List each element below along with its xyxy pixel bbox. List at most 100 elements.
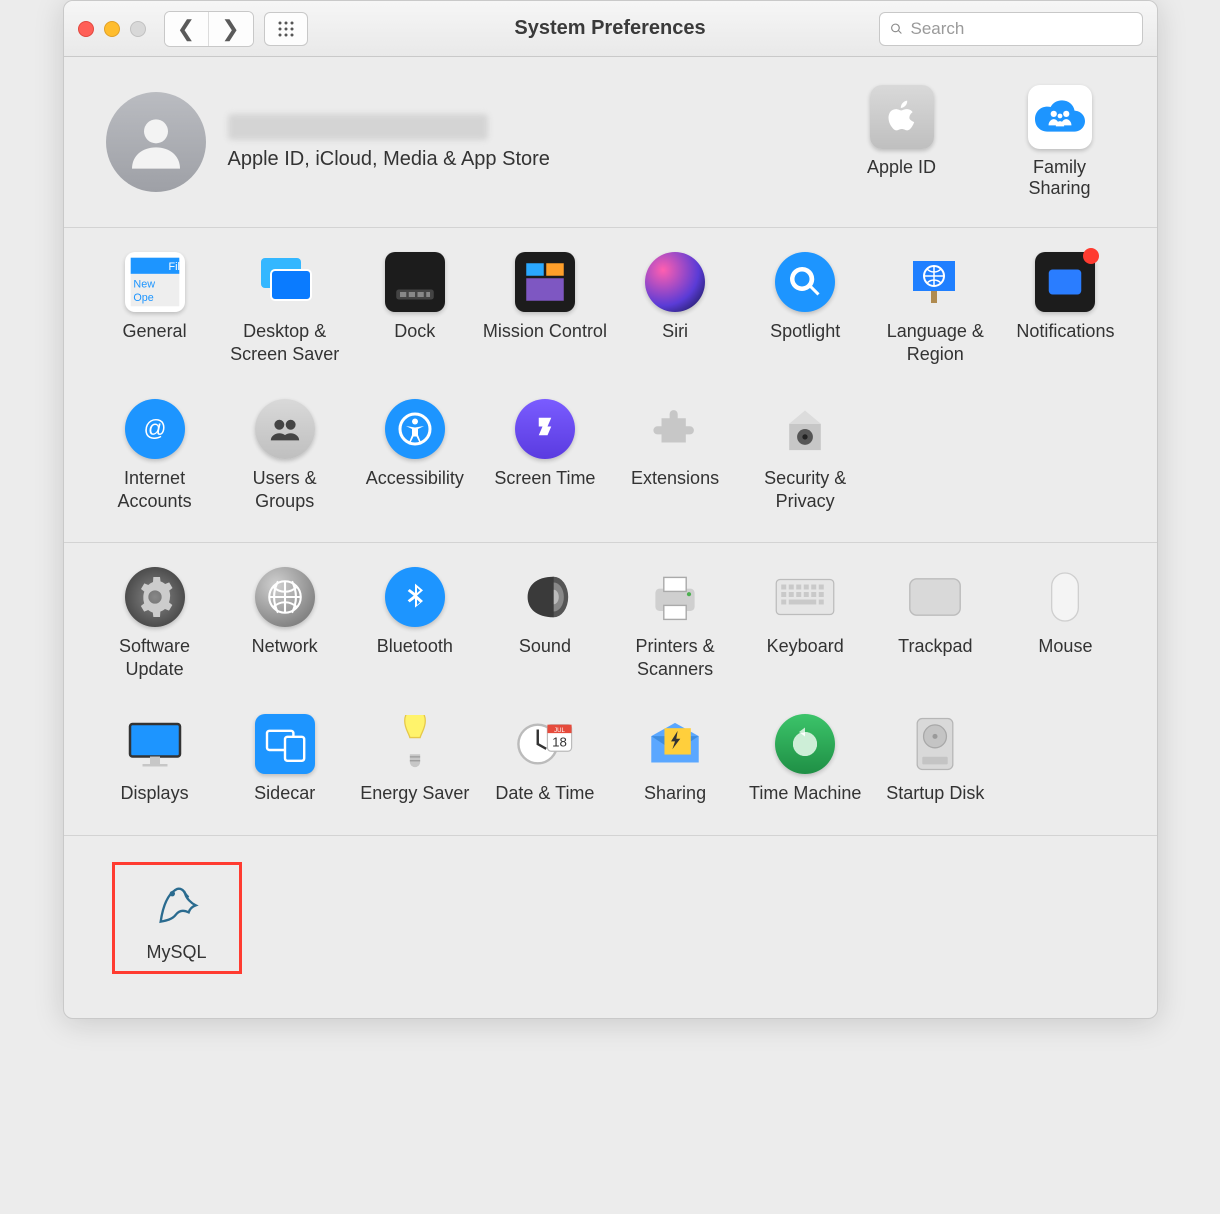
mouse-pane[interactable]: Mouse [1002,567,1128,680]
language-pane[interactable]: Language & Region [872,252,998,365]
startup-disk-pane[interactable]: Startup Disk [872,714,998,805]
family-sharing-label: Family Sharing [1028,157,1090,198]
displays-pane[interactable]: Displays [92,714,218,805]
date-time-icon: JUL18 [515,714,575,774]
keyboard-pane[interactable]: Keyboard [742,567,868,680]
apple-id-pane[interactable]: Apple ID [847,85,957,199]
mysql-pane[interactable]: MySQL [117,873,237,964]
users-groups-label: Users & Groups [222,467,348,512]
extensions-pane[interactable]: Extensions [612,399,738,512]
displays-label: Displays [92,782,218,805]
apple-id-icon [870,85,934,149]
svg-text:@: @ [143,415,166,441]
dock-pane[interactable]: Dock [352,252,478,365]
time-machine-pane[interactable]: Time Machine [742,714,868,805]
internet-accounts-icon: @ [125,399,185,459]
minimize-window-button[interactable] [104,21,120,37]
show-all-button[interactable] [264,12,308,46]
startup-disk-icon [905,714,965,774]
section-thirdparty: MySQL [64,836,1157,1019]
section-hardware: Software Update Network Bluetooth Sound … [64,543,1157,836]
desktop-icon [255,252,315,312]
extensions-label: Extensions [612,467,738,490]
general-pane[interactable]: FileNewOpe General [92,252,218,365]
printers-icon [645,567,705,627]
grid-icon [277,20,295,38]
spotlight-label: Spotlight [742,320,868,343]
dock-label: Dock [352,320,478,343]
mouse-label: Mouse [1002,635,1128,658]
user-info: Apple ID, iCloud, Media & App Store [228,114,550,171]
mission-control-label: Mission Control [482,320,608,343]
user-avatar[interactable] [106,92,206,192]
svg-text:File: File [168,261,182,273]
security-pane[interactable]: Security & Privacy [742,399,868,512]
zoom-window-button[interactable] [130,21,146,37]
language-label: Language & Region [872,320,998,365]
siri-icon [645,252,705,312]
screen-time-icon [515,399,575,459]
network-label: Network [222,635,348,658]
back-button[interactable]: ❮ [165,12,209,46]
close-window-button[interactable] [78,21,94,37]
mouse-icon [1035,567,1095,627]
sound-icon [515,567,575,627]
users-groups-pane[interactable]: Users & Groups [222,399,348,512]
svg-text:New: New [133,278,155,290]
security-icon [775,399,835,459]
sound-label: Sound [482,635,608,658]
energy-saver-icon [385,714,445,774]
bluetooth-icon [385,567,445,627]
forward-button[interactable]: ❯ [209,12,253,46]
sharing-pane[interactable]: Sharing [612,714,738,805]
system-preferences-window: ❮ ❯ System Preferences Apple ID, iCloud,… [63,0,1158,1019]
spotlight-icon [775,252,835,312]
accessibility-pane[interactable]: Accessibility [352,399,478,512]
family-sharing-pane[interactable]: Family Sharing [1005,85,1115,199]
user-subtitle: Apple ID, iCloud, Media & App Store [228,148,550,171]
window-controls [78,21,146,37]
displays-icon [125,714,185,774]
date-time-pane[interactable]: JUL18 Date & Time [482,714,608,805]
sidecar-pane[interactable]: Sidecar [222,714,348,805]
mysql-label: MySQL [117,941,237,964]
dock-icon [385,252,445,312]
search-icon [890,20,903,38]
general-label: General [92,320,218,343]
sharing-label: Sharing [612,782,738,805]
network-icon [255,567,315,627]
screen-time-pane[interactable]: Screen Time [482,399,608,512]
section-personal: FileNewOpe General Desktop & Screen Save… [64,228,1157,543]
bluetooth-pane[interactable]: Bluetooth [352,567,478,680]
keyboard-icon [775,567,835,627]
trackpad-icon [905,567,965,627]
software-update-pane[interactable]: Software Update [92,567,218,680]
accessibility-label: Accessibility [352,467,478,490]
notifications-pane[interactable]: Notifications [1002,252,1128,365]
internet-accounts-pane[interactable]: @ Internet Accounts [92,399,218,512]
users-groups-icon [255,399,315,459]
svg-text:18: 18 [552,734,567,749]
apple-id-label: Apple ID [867,157,936,177]
siri-pane[interactable]: Siri [612,252,738,365]
energy-saver-label: Energy Saver [352,782,478,805]
sharing-icon [645,714,705,774]
mission-control-pane[interactable]: Mission Control [482,252,608,365]
printers-pane[interactable]: Printers & Scanners [612,567,738,680]
spotlight-pane[interactable]: Spotlight [742,252,868,365]
notifications-label: Notifications [1002,320,1128,343]
search-field[interactable] [879,12,1143,46]
siri-label: Siri [612,320,738,343]
desktop-pane[interactable]: Desktop & Screen Saver [222,252,348,365]
search-input[interactable] [911,19,1132,39]
notifications-icon [1035,252,1095,312]
person-icon [124,110,188,174]
sound-pane[interactable]: Sound [482,567,608,680]
trackpad-pane[interactable]: Trackpad [872,567,998,680]
software-update-icon [125,567,185,627]
startup-disk-label: Startup Disk [872,782,998,805]
network-pane[interactable]: Network [222,567,348,680]
language-icon [905,252,965,312]
time-machine-label: Time Machine [742,782,868,805]
energy-saver-pane[interactable]: Energy Saver [352,714,478,805]
